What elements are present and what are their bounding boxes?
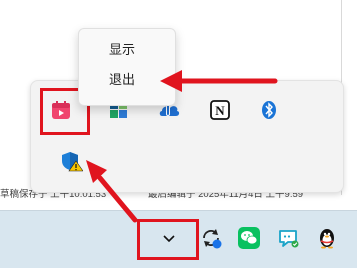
arrow-to-exit-head	[160, 70, 182, 92]
arrow-to-security-line	[97, 175, 138, 223]
annotation-arrows	[86, 70, 278, 223]
